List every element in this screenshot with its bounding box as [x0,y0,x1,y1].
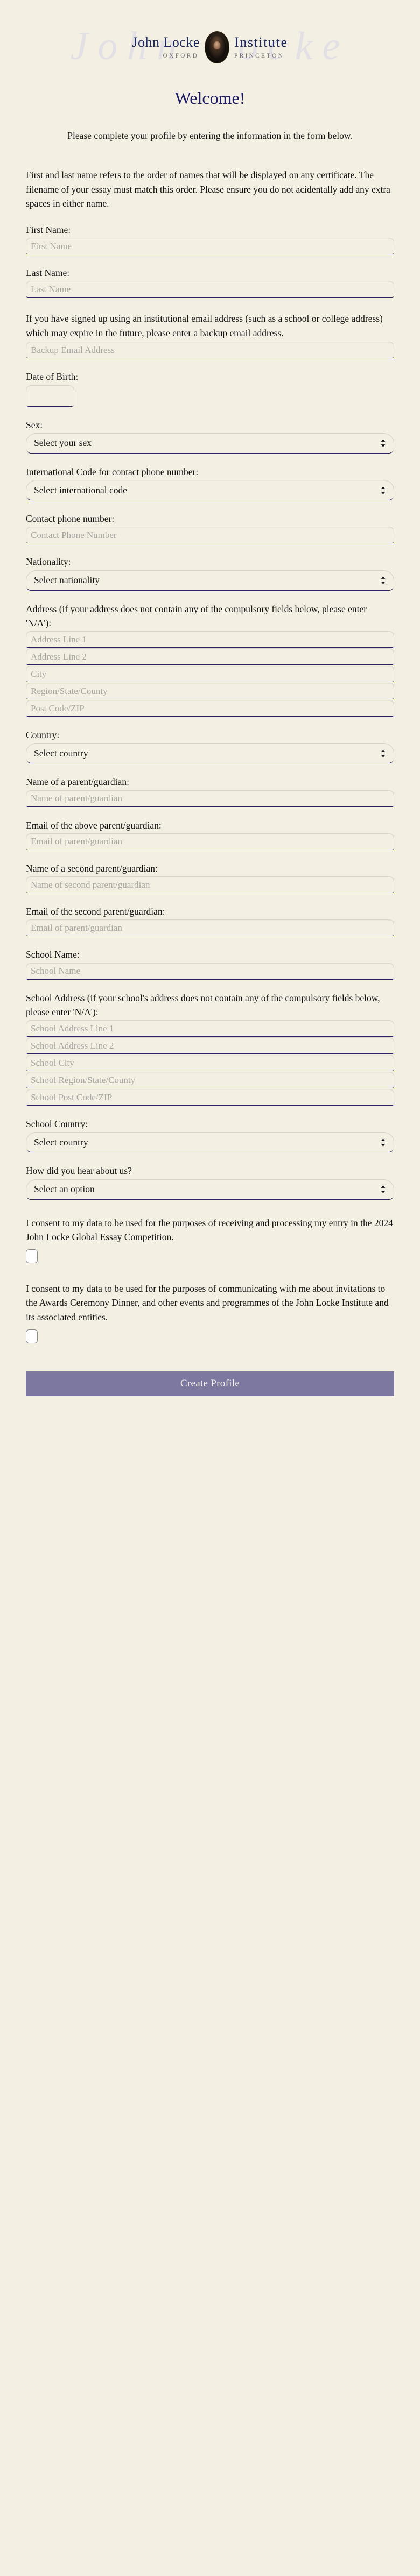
chevron-updown-icon [381,486,386,494]
profile-form: First and last name refers to the order … [0,168,420,1396]
hear-about-us-label: How did you hear about us? [26,1165,132,1177]
create-profile-button[interactable]: Create Profile [26,1371,394,1396]
address-line2-input[interactable] [26,648,394,666]
logo-sub-oxford: OXFORD [163,52,199,59]
parent-email-label: Email of the above parent/guardian: [26,819,162,831]
backup-email-input[interactable] [26,342,394,359]
contact-phone-label: Contact phone number: [26,513,115,525]
school-country-select[interactable]: Select country [26,1132,394,1153]
parent-name-label: Name of a parent/guardian: [26,776,129,788]
consent-block-entry: I consent to my data to be used for the … [26,1216,394,1263]
address-group [26,631,394,717]
address-label: Address (if your address does not contai… [26,603,367,628]
logo-name-right: Institute [234,34,288,50]
consent-block-communications: I consent to my data to be used for the … [26,1282,394,1343]
school-name-label: School Name: [26,949,80,960]
second-parent-email-label: Email of the second parent/guardian: [26,906,165,917]
chevron-updown-icon [381,1185,386,1194]
name-instructions: First and last name refers to the order … [26,169,390,209]
first-name-input[interactable] [26,238,394,255]
country-value: Select country [34,747,88,759]
last-name-input[interactable] [26,281,394,298]
logo-sub-princeton: PRINCETON [234,52,285,59]
school-address-line1-input[interactable] [26,1020,394,1037]
parent-name-input[interactable] [26,790,394,807]
chevron-updown-icon [381,749,386,758]
date-of-birth-input[interactable] [26,385,74,407]
country-label: Country: [26,730,60,741]
sex-select-value: Select your sex [34,437,92,449]
school-address-group [26,1020,394,1106]
logo-name-left: John Locke [132,34,200,50]
john-locke-portrait-icon [204,31,229,63]
international-code-value: Select international code [34,484,127,496]
chevron-updown-icon [381,576,386,585]
school-postcode-input[interactable] [26,1089,394,1106]
first-name-label: First Name: [26,224,71,235]
second-parent-name-label: Name of a second parent/guardian: [26,862,158,874]
school-country-value: Select country [34,1136,88,1148]
consent-communications-checkbox[interactable] [26,1329,38,1343]
hear-about-us-select[interactable]: Select an option [26,1179,394,1200]
nationality-select[interactable]: Select nationality [26,570,394,591]
address-postcode-input[interactable] [26,700,394,717]
school-address-line2-input[interactable] [26,1037,394,1055]
hear-about-us-value: Select an option [34,1184,95,1195]
nationality-label: Nationality: [26,556,71,568]
international-code-select[interactable]: Select international code [26,480,394,501]
consent-entry-text: I consent to my data to be used for the … [26,1217,393,1243]
second-parent-name-input[interactable] [26,876,394,894]
sex-label: Sex: [26,419,43,430]
chevron-updown-icon [381,1138,386,1147]
site-logo: John Locke John Locke OXFORD Institute P… [0,0,420,68]
chevron-updown-icon [381,439,386,448]
nationality-value: Select nationality [34,575,100,586]
school-country-label: School Country: [26,1119,88,1130]
school-region-input[interactable] [26,1072,394,1089]
parent-email-input[interactable] [26,833,394,850]
profile-page: John Locke John Locke OXFORD Institute P… [0,0,420,2576]
page-title: Welcome! [174,88,246,108]
international-code-label: International Code for contact phone num… [26,466,199,477]
consent-communications-text: I consent to my data to be used for the … [26,1283,389,1323]
date-of-birth-label: Date of Birth: [26,371,79,383]
address-region-input[interactable] [26,683,394,700]
second-parent-email-input[interactable] [26,919,394,937]
contact-phone-input[interactable] [26,527,394,544]
page-subtitle: Please complete your profile by entering… [67,130,353,141]
school-address-label: School Address (if your school's address… [26,992,380,1017]
school-city-input[interactable] [26,1055,394,1072]
address-city-input[interactable] [26,666,394,683]
school-name-input[interactable] [26,963,394,980]
country-select[interactable]: Select country [26,743,394,764]
consent-entry-checkbox[interactable] [26,1249,38,1263]
sex-select[interactable]: Select your sex [26,433,394,454]
last-name-label: Last Name: [26,267,70,279]
backup-email-instructions: If you have signed up using an instituti… [26,313,383,338]
address-line1-input[interactable] [26,631,394,648]
